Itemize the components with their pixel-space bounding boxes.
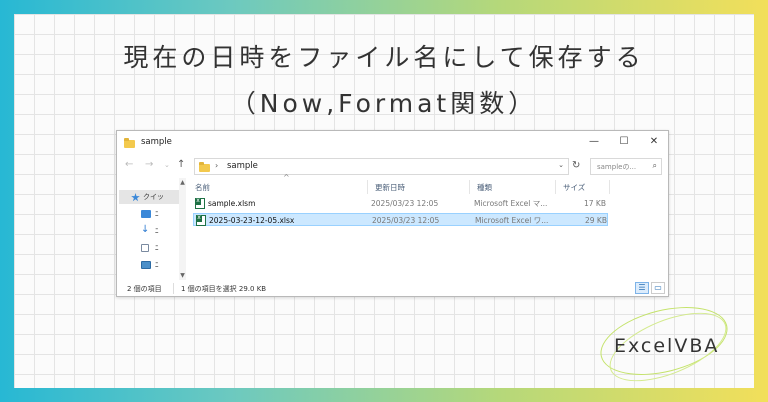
sidebar-item-quick-access[interactable]: クイッ: [119, 190, 179, 204]
sidebar-item-pictures[interactable]: ﾆ: [119, 258, 179, 272]
page-subtitle: （Now,Format関数）: [230, 89, 538, 118]
explorer-window: sample — ☐ ✕ ← → ⌄ ↑ › sample ⌄ ↻ sample…: [116, 130, 669, 297]
file-modified: 2025/03/23 12:05: [372, 216, 440, 225]
document-icon: [141, 244, 149, 252]
minimize-button[interactable]: —: [579, 133, 609, 151]
tiles-view-button[interactable]: ▭: [651, 282, 665, 294]
file-modified: 2025/03/23 12:05: [371, 199, 439, 208]
pin-icon: ﾆ: [155, 227, 159, 235]
page-title: 現在の日時をファイル名にして保存する: [123, 43, 645, 72]
status-bar: 2 個の項目 1 個の項目を選択 29.0 KB ☰ ▭: [117, 280, 668, 297]
navigation-pane: クイッ ﾆ ↓ ﾆ ﾆ ﾆ ▲ ▼: [117, 178, 186, 280]
file-type: Microsoft Excel ワ...: [475, 216, 549, 225]
column-divider[interactable]: [469, 180, 470, 194]
pin-icon: ﾆ: [155, 261, 159, 269]
sort-ascending-icon: ^: [283, 173, 290, 182]
file-name[interactable]: sample.xlsm: [208, 197, 255, 210]
forward-button[interactable]: →: [145, 159, 153, 170]
download-icon: ↓: [141, 224, 150, 235]
title-bar: sample — ☐ ✕: [117, 131, 668, 155]
file-name[interactable]: 2025-03-23-12-05.xlsx: [209, 214, 294, 227]
details-view-button[interactable]: ☰: [635, 282, 649, 294]
column-divider[interactable]: [367, 180, 368, 194]
pin-icon: ﾆ: [155, 210, 159, 218]
search-input[interactable]: sampleの... ⌕: [590, 158, 662, 175]
sidebar-item-label: クイッ: [143, 193, 164, 201]
recent-locations-dropdown[interactable]: ⌄: [164, 161, 170, 169]
back-button[interactable]: ←: [125, 159, 133, 170]
file-size: 17 KB: [584, 199, 606, 208]
brand-logo-text: ExcelVBA: [614, 335, 720, 357]
maximize-button[interactable]: ☐: [609, 133, 639, 151]
column-modified[interactable]: 更新日時: [375, 182, 405, 193]
selection-info: 1 個の項目を選択 29.0 KB: [181, 285, 267, 293]
excel-file-icon: [196, 215, 206, 226]
file-row-selected[interactable]: 2025-03-23-12-05.xlsx 2025/03/23 12:05 M…: [193, 213, 608, 226]
close-button[interactable]: ✕: [639, 133, 669, 151]
file-type: Microsoft Excel マ...: [474, 199, 548, 208]
file-size: 29 KB: [585, 216, 607, 225]
sidebar-item-downloads[interactable]: ↓ ﾆ: [119, 224, 179, 238]
status-divider: [173, 283, 174, 294]
column-type[interactable]: 種類: [477, 182, 492, 193]
address-path[interactable]: sample: [227, 161, 258, 171]
address-bar[interactable]: › sample ⌄: [194, 158, 569, 175]
column-size[interactable]: サイズ: [563, 182, 585, 193]
refresh-button[interactable]: ↻: [572, 160, 580, 171]
column-divider[interactable]: [609, 180, 610, 194]
chevron-right-icon[interactable]: ›: [215, 161, 218, 170]
picture-icon: [141, 261, 151, 269]
sidebar-scrollbar[interactable]: ▲ ▼: [179, 178, 186, 280]
file-row[interactable]: sample.xlsm 2025/03/23 12:05 Microsoft E…: [193, 197, 608, 210]
sidebar-item-desktop[interactable]: ﾆ: [119, 207, 179, 221]
pin-icon: ﾆ: [155, 244, 159, 252]
column-divider[interactable]: [555, 180, 556, 194]
file-list: ^ 名前 更新日時 種類 サイズ sample.xlsm 2025/03/23 …: [189, 173, 667, 280]
scroll-up-icon[interactable]: ▲: [179, 179, 186, 186]
search-icon[interactable]: ⌕: [653, 161, 657, 171]
window-title: sample: [141, 137, 172, 147]
item-count: 2 個の項目: [127, 285, 162, 293]
folder-icon: [124, 138, 135, 148]
folder-icon: [199, 162, 210, 172]
address-toolbar: ← → ⌄ ↑ › sample ⌄ ↻ sampleの... ⌕: [117, 156, 668, 178]
chevron-down-icon[interactable]: ⌄: [558, 161, 564, 169]
scroll-down-icon[interactable]: ▼: [179, 272, 186, 279]
sidebar-item-documents[interactable]: ﾆ: [119, 241, 179, 255]
column-name[interactable]: 名前: [195, 182, 210, 193]
up-button[interactable]: ↑: [177, 159, 185, 170]
column-header-row: ^ 名前 更新日時 種類 サイズ: [189, 173, 667, 194]
desktop-icon: [141, 210, 151, 218]
star-icon: [131, 193, 140, 202]
search-placeholder: sampleの...: [597, 163, 637, 171]
excel-file-icon: [195, 198, 205, 209]
